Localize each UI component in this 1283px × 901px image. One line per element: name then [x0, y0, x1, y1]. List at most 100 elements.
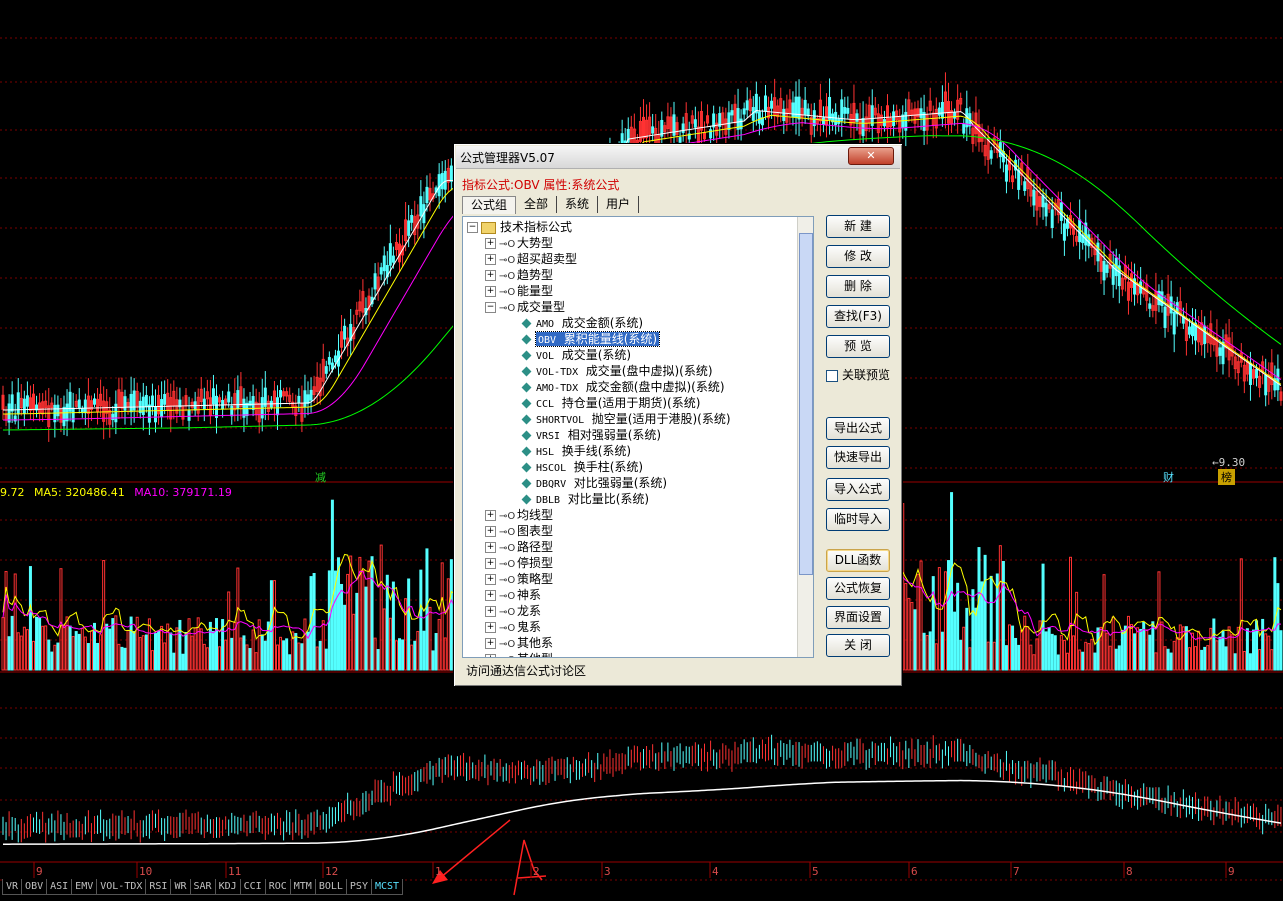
- tree-group[interactable]: + ⊸O 路径型: [485, 539, 553, 555]
- formula-item-dbqrv[interactable]: DBQRV 对比强弱量(系统): [521, 475, 667, 491]
- btn-dialog-buttons_mid-0[interactable]: 导出公式: [826, 417, 890, 440]
- indicator-tab-roc[interactable]: ROC: [264, 879, 291, 895]
- tree-scrollbar[interactable]: [797, 217, 813, 657]
- price-candle: [114, 403, 118, 423]
- volume-bar: [947, 560, 950, 671]
- volume-bar: [968, 647, 972, 671]
- volume-bar: [1017, 644, 1021, 671]
- expand-icon[interactable]: +: [485, 286, 496, 297]
- tree-group[interactable]: + ⊸O 鬼系: [485, 619, 541, 635]
- indicator-tab-rsi[interactable]: RSI: [145, 879, 172, 895]
- formula-item-vol[interactable]: VOL 成交量(系统): [521, 347, 631, 363]
- volume-bar: [1264, 633, 1268, 671]
- dialog-tab-3[interactable]: 用户: [598, 196, 640, 213]
- volume-bar: [907, 597, 911, 671]
- expand-icon[interactable]: +: [485, 638, 496, 649]
- price-candle: [1004, 164, 1008, 182]
- collapse-icon[interactable]: −: [467, 222, 478, 233]
- indicator-tab-vr[interactable]: VR: [2, 879, 23, 895]
- formula-item-shortvol[interactable]: SHORTVOL 抛空量(适用于港股)(系统): [521, 411, 731, 427]
- dialog-tab-2[interactable]: 系统: [557, 196, 599, 213]
- indicator-tab-emv[interactable]: EMV: [71, 879, 98, 895]
- indicator-tab-boll[interactable]: BOLL: [314, 879, 347, 895]
- formula-item-label: VRSI 相对强弱量(系统): [536, 428, 662, 442]
- formula-attribute-line: 指标公式:OBV 属性:系统公式: [462, 178, 620, 192]
- price-candle: [712, 113, 716, 128]
- indicator-tab-sar[interactable]: SAR: [189, 879, 216, 895]
- expand-icon[interactable]: +: [485, 590, 496, 601]
- expand-icon[interactable]: +: [485, 542, 496, 553]
- volume-bar: [1245, 628, 1249, 671]
- btn-dialog-buttons_bot-3[interactable]: 关 闭: [826, 634, 890, 657]
- formula-item-dblb[interactable]: DBLB 对比量比(系统): [521, 491, 649, 507]
- expand-icon[interactable]: +: [485, 270, 496, 281]
- indicator-tab-wr[interactable]: WR: [170, 879, 191, 895]
- tree-group[interactable]: + ⊸O 超买超卖型: [485, 251, 577, 267]
- btn-dialog-buttons_top-4[interactable]: 预 览: [826, 335, 890, 358]
- btn-dialog-buttons_bot-0[interactable]: DLL函数: [826, 549, 890, 572]
- indicator-tab-cci[interactable]: CCI: [239, 879, 266, 895]
- volume-bar: [437, 618, 441, 671]
- volume-bar: [254, 652, 258, 671]
- dialog-tab-1[interactable]: 全部: [516, 196, 558, 213]
- btn-dialog-buttons_top-3[interactable]: 查找(F3): [826, 305, 890, 328]
- price-candle: [1148, 303, 1152, 309]
- indicator-tab-mtm[interactable]: MTM: [289, 879, 316, 895]
- expand-icon[interactable]: +: [485, 558, 496, 569]
- tree-scroll-thumb[interactable]: [799, 233, 813, 575]
- formula-item-vol-tdx[interactable]: VOL-TDX 成交量(盘中虚拟)(系统): [521, 363, 713, 379]
- formula-item-amo[interactable]: AMO 成交金额(系统): [521, 315, 643, 331]
- tree-group[interactable]: +⊸O其他型: [485, 651, 553, 657]
- formula-item-vrsi[interactable]: VRSI 相对强弱量(系统): [521, 427, 661, 443]
- tree-group[interactable]: + ⊸O 其他系: [485, 635, 553, 651]
- expand-icon[interactable]: +: [485, 654, 496, 657]
- expand-icon[interactable]: +: [485, 574, 496, 585]
- formula-item-amo-tdx[interactable]: AMO-TDX 成交金额(盘中虚拟)(系统): [521, 379, 725, 395]
- tree-group[interactable]: + ⊸O 趋势型: [485, 267, 553, 283]
- tree-group[interactable]: + ⊸O 图表型: [485, 523, 553, 539]
- ma10-value: MA10: 379171.19: [134, 486, 232, 499]
- collapse-icon[interactable]: −: [485, 302, 496, 313]
- btn-dialog-buttons_top-0[interactable]: 新 建: [826, 215, 890, 238]
- tree-group[interactable]: + ⊸O 神系: [485, 587, 541, 603]
- btn-dialog-buttons_mid-3[interactable]: 临时导入: [826, 508, 890, 531]
- btn-dialog-buttons_bot-2[interactable]: 界面设置: [826, 606, 890, 629]
- tree-group[interactable]: + ⊸O 大势型: [485, 235, 553, 251]
- expand-icon[interactable]: +: [485, 510, 496, 521]
- dialog-titlebar[interactable]: 公式管理器V5.07 ✕: [456, 146, 900, 169]
- indicator-tab-asi[interactable]: ASI: [46, 879, 73, 895]
- tree-group[interactable]: + ⊸O 均线型: [485, 507, 553, 523]
- indicator-tab-mcst[interactable]: MCST: [370, 879, 404, 895]
- expand-icon[interactable]: +: [485, 238, 496, 249]
- expand-icon[interactable]: +: [485, 622, 496, 633]
- checkbox-box[interactable]: [826, 369, 838, 382]
- expand-icon[interactable]: +: [485, 526, 496, 537]
- dialog-tab-0[interactable]: 公式组: [462, 196, 517, 214]
- tree-root[interactable]: − 技术指标公式: [467, 219, 572, 235]
- related-preview-checkbox[interactable]: 关联预览: [826, 366, 890, 383]
- indicator-tab-kdj[interactable]: KDJ: [214, 879, 241, 895]
- volume-bar: [1248, 653, 1252, 671]
- btn-dialog-buttons_top-1[interactable]: 修 改: [826, 245, 890, 268]
- btn-dialog-buttons_bot-1[interactable]: 公式恢复: [826, 577, 890, 600]
- formula-item-ccl[interactable]: CCL 持仓量(适用于期货)(系统): [521, 395, 700, 411]
- formula-item-hscol[interactable]: HSCOL 换手柱(系统): [521, 459, 643, 475]
- indicator-tab-psy[interactable]: PSY: [345, 879, 372, 895]
- formula-item-obv[interactable]: OBV 累积能量线(系统): [521, 331, 661, 347]
- tree-group[interactable]: + ⊸O 停损型: [485, 555, 553, 571]
- indicator-tab-vol-tdx[interactable]: VOL-TDX: [96, 879, 147, 895]
- expand-icon[interactable]: +: [485, 606, 496, 617]
- indicator-tab-obv[interactable]: OBV: [21, 879, 48, 895]
- formula-item-hsl[interactable]: HSL 换手线(系统): [521, 443, 631, 459]
- close-icon[interactable]: ✕: [848, 147, 894, 165]
- tree-group[interactable]: + ⊸O 策略型: [485, 571, 553, 587]
- expand-icon[interactable]: +: [485, 254, 496, 265]
- btn-dialog-buttons_mid-1[interactable]: 快速导出: [826, 446, 890, 469]
- price-candle: [1218, 347, 1222, 356]
- tree-group-open[interactable]: − ⊸O 成交量型: [485, 299, 565, 315]
- btn-dialog-buttons_top-2[interactable]: 删 除: [826, 275, 890, 298]
- tree-group[interactable]: + ⊸O 龙系: [485, 603, 541, 619]
- tree-group[interactable]: + ⊸O 能量型: [485, 283, 553, 299]
- btn-dialog-buttons_mid-2[interactable]: 导入公式: [826, 478, 890, 501]
- forum-link[interactable]: 访问通达信公式讨论区: [466, 662, 586, 679]
